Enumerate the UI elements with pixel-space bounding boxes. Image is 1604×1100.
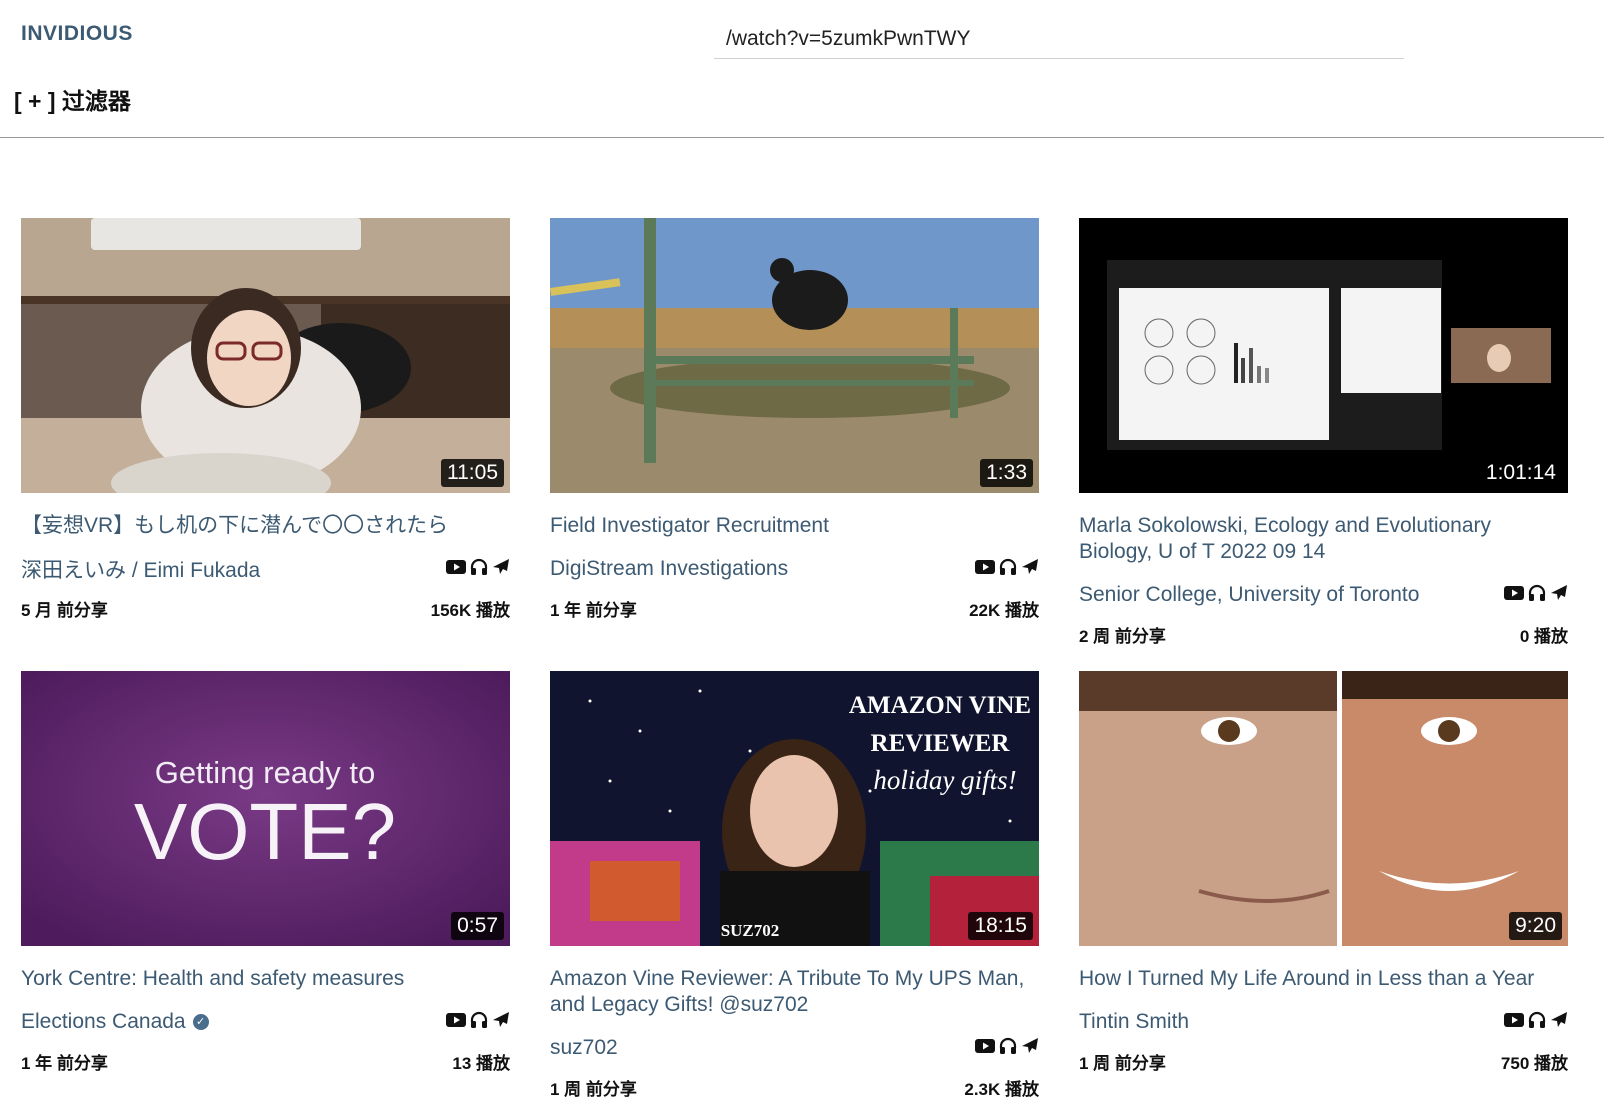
video-views: 13 播放	[452, 1054, 510, 1073]
headphones-icon[interactable]	[1528, 1011, 1546, 1034]
youtube-icon[interactable]	[975, 1038, 995, 1059]
channel-name[interactable]: DigiStream Investigations	[550, 557, 788, 581]
video-card: 9:20 How I Turned My Life Around in Less…	[1079, 671, 1568, 1074]
thumbnail-text-vote-line2: VOTE?	[134, 787, 396, 876]
video-thumbnail[interactable]: 1:01:14	[1079, 218, 1568, 493]
video-duration: 9:20	[1509, 912, 1562, 940]
video-title[interactable]: How I Turned My Life Around in Less than…	[1079, 966, 1568, 992]
video-views: 22K 播放	[969, 601, 1039, 620]
verified-icon: ✓	[192, 1014, 209, 1030]
video-duration: 18:15	[968, 912, 1033, 940]
video-published: 1 年 前分享	[550, 601, 637, 620]
youtube-icon[interactable]	[446, 559, 466, 580]
airplane-icon[interactable]	[1550, 1011, 1568, 1034]
channel-name[interactable]: Elections Canada ✓	[21, 1010, 209, 1034]
youtube-icon[interactable]	[446, 1012, 466, 1033]
video-title[interactable]: Amazon Vine Reviewer: A Tribute To My UP…	[550, 966, 1039, 1018]
thumbnail-text-vote-line1: Getting ready to	[155, 755, 376, 790]
video-published: 2 周 前分享	[1079, 627, 1166, 646]
video-views: 750 播放	[1500, 1054, 1568, 1073]
thumbnail-text-amazon-line2: REVIEWER	[871, 730, 1011, 757]
airplane-icon[interactable]	[1550, 584, 1568, 607]
video-duration: 0:57	[451, 912, 504, 940]
thumbnail-image-man-jumping-gate	[550, 218, 1039, 493]
headphones-icon[interactable]	[999, 1037, 1017, 1060]
external-links	[1504, 1011, 1568, 1034]
airplane-icon[interactable]	[1021, 1037, 1039, 1060]
external-links	[975, 1037, 1039, 1060]
video-card: AMAZON VINE REVIEWER holiday gifts! SUZ7…	[550, 671, 1039, 1100]
airplane-icon[interactable]	[492, 558, 510, 581]
headphones-icon[interactable]	[470, 558, 488, 581]
video-thumbnail[interactable]: AMAZON VINE REVIEWER holiday gifts! SUZ7…	[550, 671, 1039, 946]
channel-name[interactable]: suz702	[550, 1036, 618, 1060]
video-published: 5 月 前分享	[21, 601, 108, 620]
thumbnail-image-vote: Getting ready to VOTE?	[21, 671, 510, 946]
thumbnail-text-amazon-brand: SUZ702	[721, 921, 780, 940]
video-title[interactable]: York Centre: Health and safety measures	[21, 966, 510, 992]
thumbnail-image-girl-under-desk	[21, 218, 510, 493]
video-duration: 11:05	[441, 459, 504, 487]
headphones-icon[interactable]	[1528, 584, 1546, 607]
video-thumbnail[interactable]: 11:05	[21, 218, 510, 493]
thumbnail-image-amazon-vine: AMAZON VINE REVIEWER holiday gifts! SUZ7…	[550, 671, 1039, 946]
video-views: 2.3K 播放	[964, 1080, 1039, 1099]
video-thumbnail[interactable]: 9:20	[1079, 671, 1568, 946]
thumbnail-image-split-face	[1079, 671, 1568, 946]
headphones-icon[interactable]	[470, 1011, 488, 1034]
airplane-icon[interactable]	[1021, 558, 1039, 581]
headphones-icon[interactable]	[999, 558, 1017, 581]
video-card: 11:05 【妄想VR】もし机の下に潜んで〇〇されたら 深田えいみ / Eimi…	[21, 218, 510, 621]
thumbnail-text-amazon-line1: AMAZON VINE	[849, 692, 1031, 719]
thumbnail-text-amazon-line3: holiday gifts!	[873, 765, 1016, 795]
external-links	[446, 1011, 510, 1034]
video-title[interactable]: Field Investigator Recruitment	[550, 513, 1039, 539]
video-thumbnail[interactable]: Getting ready to VOTE? 0:57	[21, 671, 510, 946]
video-grid: 11:05 【妄想VR】もし机の下に潜んで〇〇されたら 深田えいみ / Eimi…	[0, 0, 1604, 1099]
youtube-icon[interactable]	[975, 559, 995, 580]
youtube-icon[interactable]	[1504, 1012, 1524, 1033]
video-duration: 1:01:14	[1479, 459, 1562, 487]
youtube-icon[interactable]	[1504, 585, 1524, 606]
video-title[interactable]: 【妄想VR】もし机の下に潜んで〇〇されたら	[21, 513, 510, 539]
video-published: 1 周 前分享	[550, 1080, 637, 1099]
video-published: 1 周 前分享	[1079, 1054, 1166, 1073]
video-card: Getting ready to VOTE? 0:57 York Centre:…	[21, 671, 510, 1074]
video-duration: 1:33	[980, 459, 1033, 487]
video-card: 1:33 Field Investigator Recruitment Digi…	[550, 218, 1039, 621]
channel-name[interactable]: Senior College, University of Toronto	[1079, 583, 1419, 607]
external-links	[446, 558, 510, 581]
thumbnail-image-lecture-slides	[1079, 218, 1568, 493]
channel-name[interactable]: Tintin Smith	[1079, 1010, 1189, 1034]
video-card: 1:01:14 Marla Sokolowski, Ecology and Ev…	[1079, 218, 1568, 647]
airplane-icon[interactable]	[492, 1011, 510, 1034]
video-thumbnail[interactable]: 1:33	[550, 218, 1039, 493]
video-views: 0 播放	[1519, 627, 1568, 646]
external-links	[1504, 584, 1568, 607]
external-links	[975, 558, 1039, 581]
video-published: 1 年 前分享	[21, 1054, 108, 1073]
video-title[interactable]: Marla Sokolowski, Ecology and Evolutiona…	[1079, 513, 1568, 565]
channel-name[interactable]: 深田えいみ / Eimi Fukada	[21, 554, 260, 584]
video-views: 156K 播放	[430, 601, 510, 620]
